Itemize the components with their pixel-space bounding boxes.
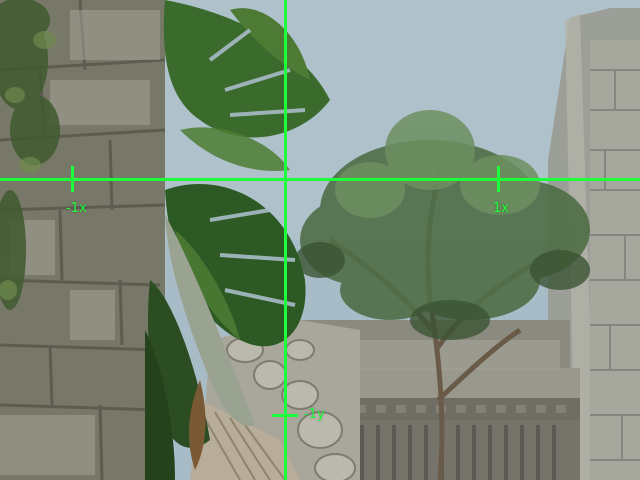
left-stone-pillar xyxy=(0,0,166,480)
game-viewport[interactable]: -1x 1x -1y xyxy=(0,0,640,480)
game-scene xyxy=(0,0,640,480)
